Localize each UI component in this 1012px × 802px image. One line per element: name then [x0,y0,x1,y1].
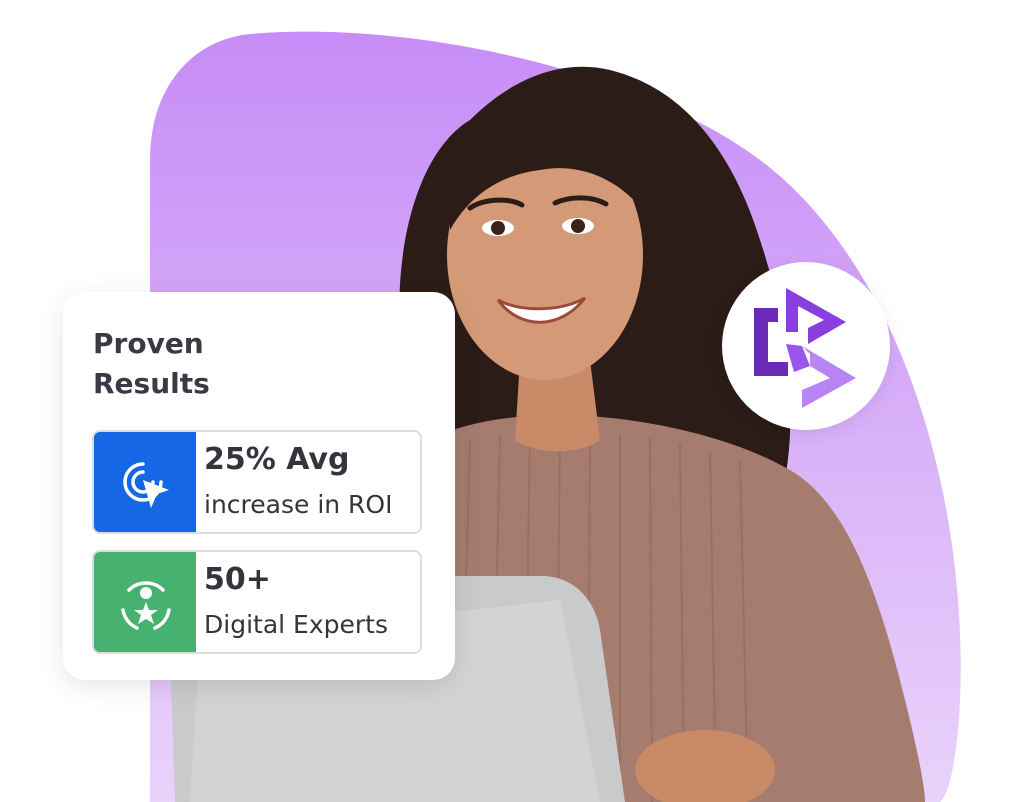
proven-results-card: Proven Results 25% Avg increase in ROI 5… [63,292,455,680]
stat-experts-value: 50+ [204,562,271,597]
stat-experts: 50+ Digital Experts [92,550,422,654]
cursor-click-icon [123,462,169,508]
stat-roi-description: increase in ROI [204,490,393,519]
stat-roi-icon-box [94,432,196,532]
stat-roi-value: 25% Avg [204,442,350,477]
stat-experts-description: Digital Experts [204,610,388,639]
stat-roi: 25% Avg increase in ROI [92,430,422,534]
brand-logo-badge [722,262,890,430]
stat-experts-icon-box [94,552,196,652]
brand-logo-icon [754,288,856,408]
card-title: Proven Results [93,327,210,400]
expert-star-icon [121,581,171,630]
